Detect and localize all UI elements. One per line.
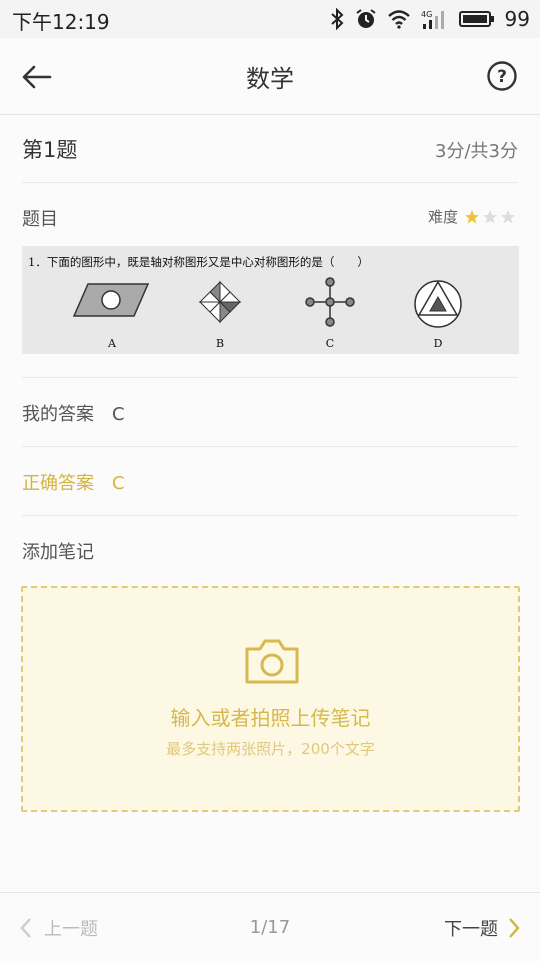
question-image: 1．下面的图形中，既是轴对称图形又是中心对称图形的是（ ） A B C D <box>22 246 519 354</box>
bluetooth-icon <box>330 8 343 30</box>
option-label: D <box>433 337 443 350</box>
star-icon <box>465 209 479 223</box>
correct-answer-value: C <box>112 473 125 494</box>
divider <box>22 446 518 447</box>
note-placeholder-sub: 最多支持两张照片，200个文字 <box>166 740 375 758</box>
question-score: 3分/共3分 <box>435 141 518 162</box>
help-icon: ? <box>487 61 517 91</box>
my-answer-label: 我的答案 <box>22 404 94 425</box>
option-a-figure: A <box>72 276 152 352</box>
parallelogram-circle-figure <box>72 283 150 317</box>
option-label: B <box>215 337 225 350</box>
camera-icon <box>245 639 299 684</box>
svg-text:?: ? <box>497 67 507 87</box>
difficulty-rating: 难度 <box>428 206 516 227</box>
question-text: 1．下面的图形中，既是轴对称图形又是中心对称图形的是（ ） <box>28 255 369 269</box>
divider <box>22 515 518 516</box>
divider <box>22 182 518 183</box>
battery-percent: 99 <box>504 7 530 31</box>
chevron-right-icon <box>509 918 520 938</box>
option-label: A <box>108 337 116 350</box>
my-answer-value: C <box>112 404 125 425</box>
option-d-figure: D <box>398 276 478 352</box>
alarm-icon <box>355 9 376 28</box>
next-question-button[interactable]: 下一题 <box>444 915 520 941</box>
status-time: 下午12:19 <box>12 10 110 34</box>
svg-text:4G: 4G <box>421 10 432 19</box>
app-bar: 数学 ? <box>0 38 540 115</box>
difficulty-stars <box>464 209 516 225</box>
circle-triangle-figure <box>414 280 462 328</box>
option-label: C <box>325 337 335 350</box>
status-icons: 4G 99 <box>329 6 530 32</box>
pinwheel-figure <box>198 280 242 324</box>
correct-answer-label: 正确答案 <box>22 473 94 494</box>
status-bar: 下午12:19 4G 99 <box>0 0 540 38</box>
difficulty-label: 难度 <box>427 208 458 226</box>
battery-icon <box>458 11 494 27</box>
help-button[interactable]: ? <box>486 60 518 92</box>
signal-icon: 4G <box>421 10 444 29</box>
divider <box>22 377 518 378</box>
option-b-figure: B <box>180 276 260 352</box>
note-placeholder-main: 输入或者拍照上传笔记 <box>170 706 371 730</box>
correct-answer-row: 正确答案 C <box>22 469 518 495</box>
option-c-figure: C <box>290 276 370 352</box>
bottom-nav: 上一题 1/17 下一题 <box>0 892 540 961</box>
star-icon <box>501 209 515 223</box>
add-note-label: 添加笔记 <box>22 542 94 563</box>
page-title: 数学 <box>246 65 294 93</box>
next-question-label: 下一题 <box>444 919 498 940</box>
note-input-area[interactable]: 输入或者拍照上传笔记 最多支持两张照片，200个文字 <box>21 586 520 812</box>
my-answer-row: 我的答案 C <box>22 400 518 426</box>
cross-dots-figure <box>305 277 355 327</box>
star-icon <box>483 209 497 223</box>
wifi-icon <box>387 10 410 29</box>
